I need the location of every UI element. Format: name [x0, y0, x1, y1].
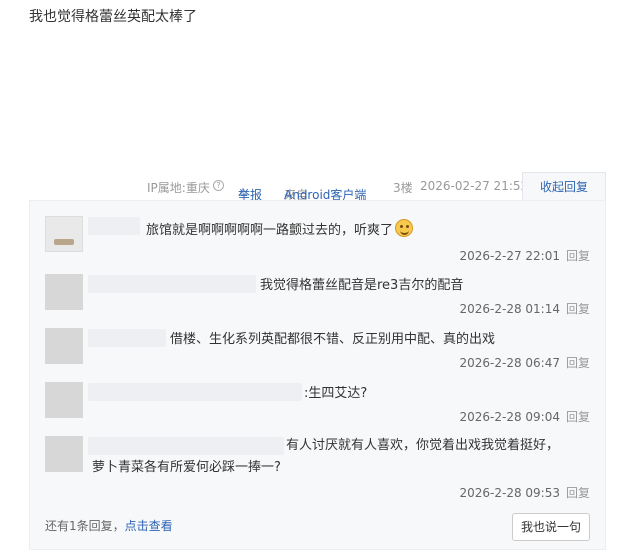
reply-button[interactable]: 回复 — [566, 302, 590, 316]
reply-time: 2026-2-28 06:47 — [459, 356, 560, 370]
reply-text-line2: 萝卜青菜各有所爱何必踩一捧一? — [92, 460, 281, 475]
reply-meta: 2026-2-28 09:53 回复 — [459, 484, 590, 501]
list-item: :生四艾达? 2026-2-28 09:04 回复 — [30, 379, 607, 429]
view-more-link[interactable]: 点击查看 — [125, 519, 173, 533]
reply-meta: 2026-2-27 22:01 回复 — [459, 247, 590, 264]
reply-text: 我觉得格蕾丝配音是re3吉尔的配音 — [260, 278, 464, 293]
collapse-replies-button[interactable]: 收起回复 — [522, 172, 606, 200]
avatar[interactable] — [45, 382, 83, 418]
reply-text-content: 旅馆就是啊啊啊啊啊一路颤过去的，听爽了 — [146, 223, 394, 238]
username-blurred[interactable] — [88, 217, 140, 235]
avatar[interactable] — [45, 328, 83, 364]
list-item: 借楼、生化系列英配都很不错、反正别用中配、真的出戏 2026-2-28 06:4… — [30, 325, 607, 375]
post-meta-bar: IP属地:重庆 ? ⚠ 举报 来自 Android客户端 3楼 2026-02-27… — [0, 172, 617, 202]
more-replies: 还有1条回复，点击查看 — [45, 517, 173, 534]
username-blurred[interactable] — [88, 437, 284, 455]
reply-time: 2026-2-27 22:01 — [459, 249, 560, 263]
username-blurred[interactable] — [88, 275, 256, 293]
reply-text-line1: 有人讨厌就有人喜欢，你觉着出戏我觉着挺好， — [286, 438, 560, 453]
reply-button[interactable]: 回复 — [566, 410, 590, 424]
help-icon[interactable]: ? — [213, 180, 224, 191]
more-replies-text: 还有1条回复， — [45, 519, 125, 533]
reply-time: 2026-2-28 09:04 — [459, 410, 560, 424]
reply-text: 旅馆就是啊啊啊啊啊一路颤过去的，听爽了 — [146, 219, 414, 242]
avatar[interactable] — [45, 274, 83, 310]
list-item: 有人讨厌就有人喜欢，你觉着出戏我觉着挺好， 萝卜青菜各有所爱何必踩一捧一? 20… — [30, 433, 607, 503]
reply-button[interactable]: 回复 — [566, 486, 590, 500]
avatar[interactable] — [45, 216, 83, 252]
reply-time: 2026-2-28 09:53 — [459, 486, 560, 500]
post-timestamp: 2026-02-27 21:52 — [420, 179, 529, 193]
reply-button[interactable]: 回复 — [566, 249, 590, 263]
smile-emoji-icon — [395, 219, 414, 237]
reply-button-main[interactable]: 我也说一句 — [512, 513, 590, 541]
list-item: 我觉得格蕾丝配音是re3吉尔的配音 2026-2-28 01:14 回复 — [30, 271, 607, 321]
ip-location: IP属地:重庆 — [147, 181, 210, 195]
reply-meta: 2026-2-28 06:47 回复 — [459, 354, 590, 371]
floor-number: 3楼 — [393, 181, 413, 195]
reply-text: 借楼、生化系列英配都很不错、反正别用中配、真的出戏 — [170, 332, 496, 347]
reply-time: 2026-2-28 01:14 — [459, 302, 560, 316]
avatar[interactable] — [45, 436, 83, 472]
list-item: 旅馆就是啊啊啊啊啊一路颤过去的，听爽了 2026-2-27 22:01 回复 — [30, 213, 607, 263]
reply-meta: 2026-2-28 01:14 回复 — [459, 300, 590, 317]
reply-list: 旅馆就是啊啊啊啊啊一路颤过去的，听爽了 2026-2-27 22:01 回复 我觉… — [29, 200, 606, 550]
reply-meta: 2026-2-28 09:04 回复 — [459, 408, 590, 425]
post-content: 我也觉得格蕾丝英配太棒了 — [29, 9, 197, 25]
reply-text: :生四艾达? — [304, 386, 368, 401]
username-blurred[interactable] — [88, 383, 302, 401]
reply-button[interactable]: 回复 — [566, 356, 590, 370]
username-blurred[interactable] — [88, 329, 166, 347]
